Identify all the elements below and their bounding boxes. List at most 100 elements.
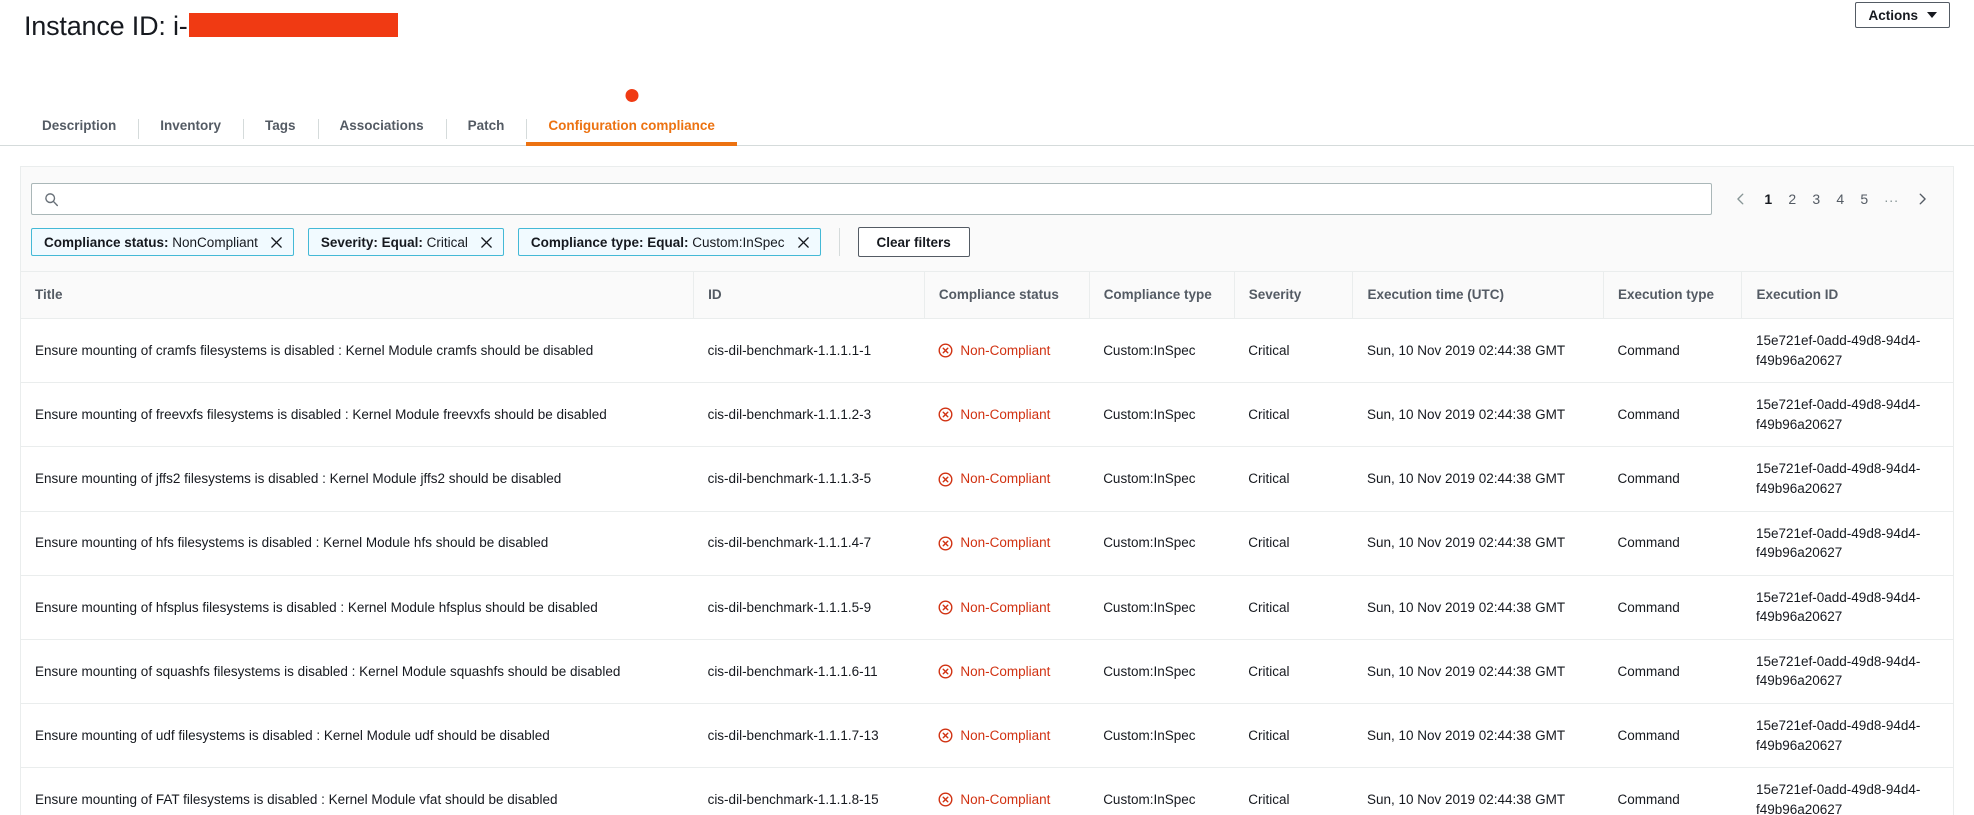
table-controls: 1 2 3 4 5 ... xyxy=(21,167,1953,215)
cell-execution-time: Sun, 10 Nov 2019 02:44:38 GMT xyxy=(1352,767,1604,815)
search-box[interactable] xyxy=(31,183,1713,215)
column-header-severity[interactable]: Severity xyxy=(1233,272,1353,320)
cell-execution-type: Command xyxy=(1603,575,1742,640)
filter-chip-compliance-status[interactable]: Compliance status: NonCompliant xyxy=(31,228,294,256)
close-icon[interactable] xyxy=(270,236,283,249)
column-header-execution-time[interactable]: Execution time (UTC) xyxy=(1352,272,1604,320)
error-circle-icon xyxy=(938,664,953,679)
pagination-next-button[interactable] xyxy=(1907,184,1937,214)
cell-execution-type: Command xyxy=(1603,703,1742,769)
actions-button-label: Actions xyxy=(1868,7,1918,23)
tab-configuration-compliance[interactable]: Configuration compliance xyxy=(526,88,737,146)
cell-execution-id: 15e721ef-0add-49d8-94d4-f49b96a20627 xyxy=(1741,767,1953,815)
table-row[interactable]: Ensure mounting of freevxfs filesystems … xyxy=(21,382,1953,448)
tab-tags[interactable]: Tags xyxy=(243,118,318,146)
cell-severity: Critical xyxy=(1234,382,1353,448)
error-circle-icon xyxy=(938,407,953,422)
cell-execution-type: Command xyxy=(1603,318,1742,384)
cell-compliance-type: Custom:InSpec xyxy=(1089,382,1235,448)
table-body: Ensure mounting of cramfs filesystems is… xyxy=(21,318,1953,815)
pagination-page-4[interactable]: 4 xyxy=(1828,184,1852,214)
filter-chip-severity[interactable]: Severity: Equal: Critical xyxy=(307,228,504,256)
cell-severity: Critical xyxy=(1234,575,1353,640)
filter-chip-value: NonCompliant xyxy=(172,234,258,250)
tab-bar: Description Inventory Tags Associations … xyxy=(0,88,1974,146)
status-badge: Non-Compliant xyxy=(960,471,1051,487)
cell-execution-type: Command xyxy=(1603,446,1742,512)
cell-execution-time: Sun, 10 Nov 2019 02:44:38 GMT xyxy=(1352,318,1604,384)
table-row[interactable]: Ensure mounting of FAT filesystems is di… xyxy=(21,767,1953,815)
cell-compliance-type: Custom:InSpec xyxy=(1089,639,1235,704)
column-header-title[interactable]: Title xyxy=(21,272,694,320)
redacted-instance-id xyxy=(188,13,398,37)
column-header-compliance-type[interactable]: Compliance type xyxy=(1088,272,1235,320)
tab-description[interactable]: Description xyxy=(20,118,138,146)
cell-execution-type: Command xyxy=(1603,639,1742,704)
cell-id: cis-dil-benchmark-1.1.1.7-13 xyxy=(693,703,925,769)
tab-inventory[interactable]: Inventory xyxy=(138,117,243,146)
pagination-page-3[interactable]: 3 xyxy=(1804,184,1828,214)
cell-compliance-type: Custom:InSpec xyxy=(1089,511,1235,576)
pagination-page-5[interactable]: 5 xyxy=(1852,184,1876,214)
cell-compliance-status: Non-Compliant xyxy=(924,511,1090,576)
cell-execution-type: Command xyxy=(1603,382,1742,448)
column-header-compliance-status[interactable]: Compliance status xyxy=(923,272,1090,320)
cell-id: cis-dil-benchmark-1.1.1.3-5 xyxy=(693,446,925,512)
error-circle-icon xyxy=(938,343,953,358)
pagination: 1 2 3 4 5 ... xyxy=(1726,183,1943,215)
table-row[interactable]: Ensure mounting of squashfs filesystems … xyxy=(21,639,1953,704)
cell-title: Ensure mounting of jffs2 filesystems is … xyxy=(21,446,694,512)
pagination-previous-button[interactable] xyxy=(1726,184,1756,214)
tab-label: Inventory xyxy=(160,117,222,133)
title-row: Instance ID: i- xyxy=(24,0,1950,46)
table-row[interactable]: Ensure mounting of cramfs filesystems is… xyxy=(21,318,1953,384)
cell-compliance-type: Custom:InSpec xyxy=(1089,767,1235,815)
cell-severity: Critical xyxy=(1234,511,1353,576)
table-row[interactable]: Ensure mounting of hfs filesystems is di… xyxy=(21,511,1953,576)
notification-dot-icon xyxy=(625,88,639,102)
status-badge: Non-Compliant xyxy=(960,663,1051,679)
column-header-execution-id[interactable]: Execution ID xyxy=(1741,272,1953,320)
close-icon[interactable] xyxy=(797,236,810,249)
pagination-page-2[interactable]: 2 xyxy=(1780,184,1804,214)
tab-label: Configuration compliance xyxy=(548,117,715,133)
error-circle-icon xyxy=(938,536,953,551)
cell-title: Ensure mounting of squashfs filesystems … xyxy=(21,639,694,704)
search-input[interactable] xyxy=(59,185,1712,213)
filters-divider xyxy=(838,228,840,256)
cell-execution-id: 15e721ef-0add-49d8-94d4-f49b96a20627 xyxy=(1741,446,1953,512)
table-row[interactable]: Ensure mounting of hfsplus filesystems i… xyxy=(21,575,1953,640)
pagination-page-1[interactable]: 1 xyxy=(1756,184,1780,214)
cell-title: Ensure mounting of cramfs filesystems is… xyxy=(21,318,694,384)
cell-execution-id: 15e721ef-0add-49d8-94d4-f49b96a20627 xyxy=(1741,575,1953,640)
cell-execution-id: 15e721ef-0add-49d8-94d4-f49b96a20627 xyxy=(1741,511,1953,576)
table-header: Title ID Compliance status Compliance ty… xyxy=(21,272,1953,320)
clear-filters-button[interactable]: Clear filters xyxy=(857,227,970,257)
cell-id: cis-dil-benchmark-1.1.1.8-15 xyxy=(693,767,925,815)
error-circle-icon xyxy=(938,728,953,743)
cell-severity: Critical xyxy=(1234,767,1353,815)
cell-title: Ensure mounting of freevxfs filesystems … xyxy=(21,382,694,448)
status-badge: Non-Compliant xyxy=(960,791,1051,807)
column-header-execution-type[interactable]: Execution type xyxy=(1602,272,1742,320)
cell-title: Ensure mounting of udf filesystems is di… xyxy=(21,703,694,769)
close-icon[interactable] xyxy=(480,236,493,249)
status-badge: Non-Compliant xyxy=(960,727,1051,743)
tab-patch[interactable]: Patch xyxy=(445,118,527,146)
tab-associations[interactable]: Associations xyxy=(317,118,446,146)
cell-compliance-status: Non-Compliant xyxy=(924,446,1090,512)
compliance-table: Title ID Compliance status Compliance ty… xyxy=(21,272,1953,815)
table-header-row: Title ID Compliance status Compliance ty… xyxy=(21,272,1953,320)
cell-compliance-type: Custom:InSpec xyxy=(1089,318,1235,384)
cell-id: cis-dil-benchmark-1.1.1.2-3 xyxy=(693,382,925,448)
cell-execution-time: Sun, 10 Nov 2019 02:44:38 GMT xyxy=(1352,382,1604,448)
compliance-panel: 1 2 3 4 5 ... Compliance status: NonComp… xyxy=(20,166,1954,815)
page-title: Instance ID: i- xyxy=(24,10,188,41)
actions-button[interactable]: Actions xyxy=(1855,2,1950,28)
cell-execution-type: Command xyxy=(1603,511,1742,576)
filter-chip-compliance-type[interactable]: Compliance type: Equal: Custom:InSpec xyxy=(517,228,821,256)
table-row[interactable]: Ensure mounting of udf filesystems is di… xyxy=(21,703,1953,769)
table-row[interactable]: Ensure mounting of jffs2 filesystems is … xyxy=(21,446,1953,512)
column-header-id[interactable]: ID xyxy=(693,272,925,320)
cell-execution-time: Sun, 10 Nov 2019 02:44:38 GMT xyxy=(1352,511,1604,576)
